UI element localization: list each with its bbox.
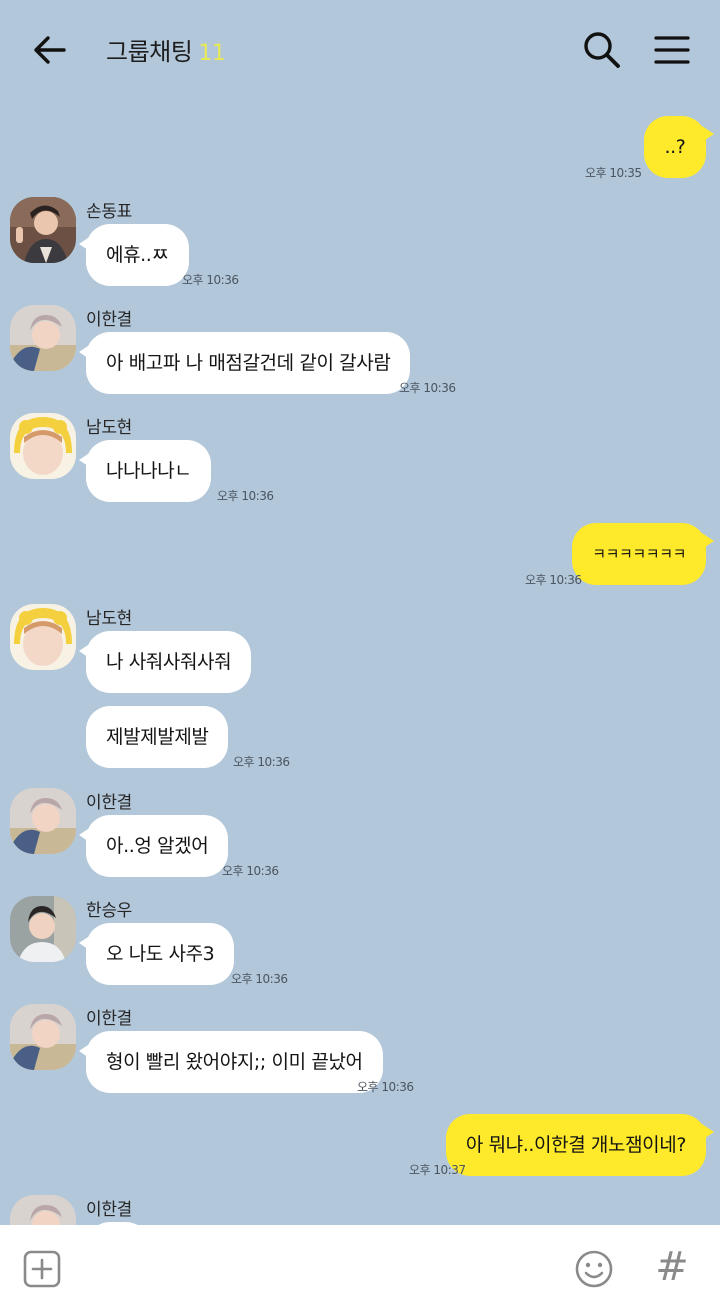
- hamburger-menu-icon: [654, 36, 690, 64]
- incoming-bubble[interactable]: 제발제발제발: [86, 706, 229, 768]
- sender-name: 손동표: [86, 202, 133, 222]
- menu-button[interactable]: [650, 28, 694, 72]
- search-button[interactable]: [580, 28, 624, 72]
- profile-photo-icon: [10, 788, 76, 854]
- back-button[interactable]: [28, 28, 72, 72]
- message-list[interactable]: ..? 오후 10:35 손동표 에휴..ㅉ 오후 10:36 이한결 아 배고…: [0, 100, 720, 1225]
- input-bar: #: [0, 1225, 720, 1309]
- profile-photo-icon: [10, 896, 76, 962]
- avatar[interactable]: [10, 1004, 76, 1070]
- profile-photo-icon: [10, 604, 76, 670]
- incoming-bubble[interactable]: 오 나도 사주3: [78, 923, 235, 985]
- incoming-bubble[interactable]: 아..엉 알겠어: [78, 815, 229, 877]
- message-row: 아 뭐냐..이한결 개노잼이네? 오후 10:37: [0, 1114, 720, 1180]
- chat-header: 그룹채팅 11: [0, 0, 720, 100]
- hashtag-search-button[interactable]: #: [652, 1245, 692, 1289]
- sender-name: 이한결: [86, 793, 133, 813]
- avatar[interactable]: [10, 788, 76, 854]
- message-row: 한승우 오 나도 사주3 오후 10:36: [0, 896, 720, 996]
- message-row: 남도현 나 사줘사줘사줘: [0, 604, 720, 700]
- message-time: 오후 10:36: [357, 1080, 414, 1094]
- profile-photo-icon: [10, 197, 76, 263]
- message-row: 이한결: [0, 1195, 720, 1225]
- message-row: 이한결 아 배고파 나 매점갈건데 같이 갈사람 오후 10:36: [0, 305, 720, 405]
- message-time: 오후 10:35: [585, 166, 642, 180]
- avatar[interactable]: [10, 604, 76, 670]
- outgoing-bubble[interactable]: ..?: [644, 116, 714, 178]
- chat-screen: 그룹채팅 11 ..? 오후 10:35 손동표 에휴..ㅉ 오후 10:36 …: [0, 0, 720, 1309]
- profile-photo-icon: [10, 305, 76, 371]
- message-time: 오후 10:36: [182, 273, 239, 287]
- sender-name: 이한결: [86, 1009, 133, 1029]
- message-time: 오후 10:36: [233, 755, 290, 769]
- message-time: 오후 10:36: [217, 489, 274, 503]
- arrow-left-icon: [34, 36, 66, 64]
- emoji-button[interactable]: [574, 1249, 614, 1289]
- profile-photo-icon: [10, 1004, 76, 1070]
- avatar[interactable]: [10, 197, 76, 263]
- incoming-bubble[interactable]: 아 배고파 나 매점갈건데 같이 갈사람: [78, 332, 411, 394]
- message-row: 제발제발제발 오후 10:36: [0, 704, 720, 774]
- chat-room-name: 그룹채팅: [106, 38, 193, 66]
- sender-name: 남도현: [86, 609, 133, 629]
- avatar[interactable]: [10, 1195, 76, 1225]
- member-count: 11: [198, 41, 226, 66]
- sender-name: 이한결: [86, 1200, 133, 1220]
- incoming-bubble[interactable]: 에휴..ㅉ: [79, 224, 189, 286]
- incoming-bubble[interactable]: 형이 빨리 왔어야지;; 이미 끝났어: [79, 1031, 383, 1093]
- search-icon: [584, 32, 620, 68]
- message-time: 오후 10:36: [525, 573, 582, 587]
- plus-square-icon: [23, 1250, 61, 1288]
- sender-name: 이한결: [86, 310, 133, 330]
- message-time: 오후 10:36: [222, 864, 279, 878]
- message-row: ..? 오후 10:35: [0, 116, 720, 182]
- avatar[interactable]: [10, 413, 76, 479]
- message-time: 오후 10:36: [399, 381, 456, 395]
- sender-name: 한승우: [86, 901, 133, 921]
- profile-photo-icon: [10, 1195, 76, 1225]
- message-time: 오후 10:37: [409, 1163, 466, 1177]
- message-time: 오후 10:36: [231, 972, 288, 986]
- outgoing-bubble[interactable]: ㅋㅋㅋㅋㅋㅋㅋ: [572, 523, 714, 585]
- outgoing-bubble[interactable]: 아 뭐냐..이한결 개노잼이네?: [445, 1114, 715, 1176]
- incoming-bubble[interactable]: 나 사줘사줘사줘: [78, 631, 252, 693]
- profile-photo-icon: [10, 413, 76, 479]
- message-row: ㅋㅋㅋㅋㅋㅋㅋ 오후 10:36: [0, 523, 720, 589]
- sender-name: 남도현: [86, 418, 133, 438]
- attach-button[interactable]: [22, 1249, 62, 1289]
- message-row: 남도현 나나나나ㄴ 오후 10:36: [0, 413, 720, 513]
- message-row: 손동표 에휴..ㅉ 오후 10:36: [0, 197, 720, 297]
- incoming-bubble[interactable]: 나나나나ㄴ: [78, 440, 212, 502]
- avatar[interactable]: [10, 896, 76, 962]
- avatar[interactable]: [10, 305, 76, 371]
- message-row: 이한결 아..엉 알겠어 오후 10:36: [0, 788, 720, 888]
- message-row: 이한결 형이 빨리 왔어야지;; 이미 끝났어 오후 10:36: [0, 1004, 720, 1104]
- chat-title: 그룹채팅 11: [106, 32, 226, 67]
- smiley-icon: [575, 1250, 613, 1288]
